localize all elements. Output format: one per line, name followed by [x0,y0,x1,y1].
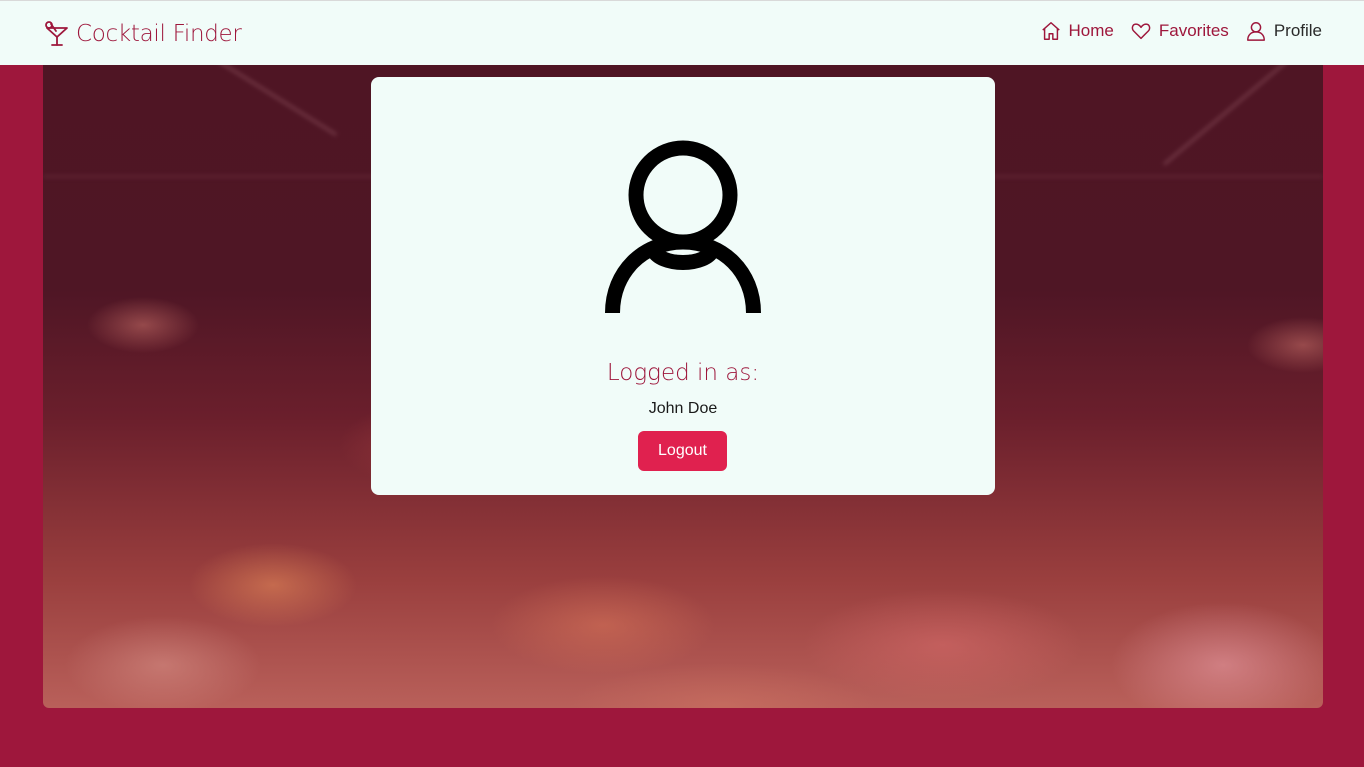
heart-icon [1131,23,1151,40]
cocktail-glass-icon [45,21,68,46]
nav-favorites-link[interactable]: Favorites [1130,20,1229,42]
profile-card: Logged in as: John Doe Logout [371,77,995,495]
background-beam [148,65,338,137]
brand-name: Cocktail Finder [76,21,242,47]
logged-in-label: Logged in as: [606,360,760,386]
logout-button[interactable]: Logout [638,431,727,471]
user-icon [1246,22,1265,41]
user-avatar-icon [605,140,761,313]
nav-profile-label: Profile [1273,21,1322,40]
nav-links: Home Favorites Profile [1040,20,1322,42]
top-navbar: Cocktail Finder Home Favorites Profile [0,0,1364,65]
nav-home-link[interactable]: Home [1040,20,1114,42]
home-icon [1041,22,1060,40]
brand-logo-link[interactable]: Cocktail Finder [44,18,242,50]
background-beam [1163,65,1303,166]
username-text: John Doe [648,400,718,417]
nav-home-label: Home [1068,21,1114,40]
nav-favorites-label: Favorites [1158,21,1229,40]
nav-profile-link[interactable]: Profile [1245,20,1322,42]
